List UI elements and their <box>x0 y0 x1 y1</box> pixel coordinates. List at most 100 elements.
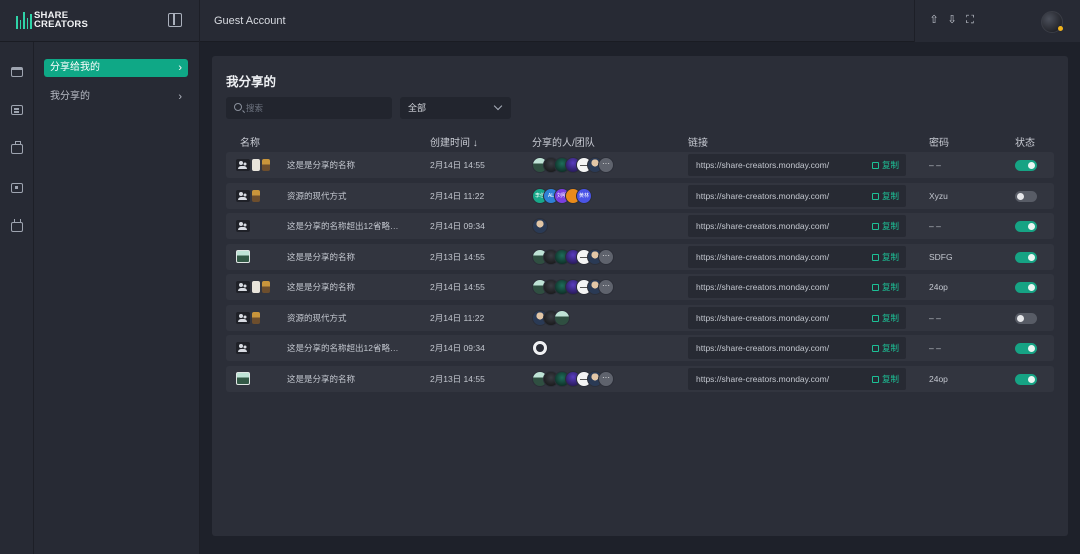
status-toggle[interactable] <box>1015 190 1037 202</box>
column-header-password: 密码 <box>929 138 949 149</box>
item-name: 这是是分享的名称 <box>287 251 356 262</box>
share-link-text: https://share-creators.monday.com/ <box>696 373 830 384</box>
brand: SHARE CREATORS <box>0 0 200 42</box>
filter-select[interactable]: 全部 <box>400 97 511 119</box>
table-row[interactable]: 这是是分享的名称 2月13日 14:55 ··· https://share-crea… <box>226 243 1054 270</box>
shared-avatars[interactable]: ··· <box>532 248 614 265</box>
copy-label: 复制 <box>882 251 900 262</box>
sidebar-item-label: 分享给我的 <box>50 62 100 73</box>
item-thumbnails <box>236 281 270 293</box>
share-link-text: https://share-creators.monday.com/ <box>696 221 830 231</box>
filter-value: 全部 <box>408 103 427 113</box>
shared-avatars[interactable] <box>532 218 548 234</box>
card-icon[interactable] <box>11 183 23 193</box>
copy-icon <box>872 253 879 261</box>
copy-link-button[interactable]: 复制 <box>872 274 899 300</box>
copy-label: 复制 <box>882 221 900 231</box>
sidebar-item-shared-with-me[interactable]: 分享给我的 › <box>44 59 188 77</box>
gift-icon[interactable] <box>11 219 23 232</box>
chevron-right-icon: › <box>178 62 182 74</box>
sidebar-item-my-shares[interactable]: 我分享的 › <box>44 88 188 106</box>
logo-text: SHARE CREATORS <box>34 11 89 30</box>
fullscreen-icon[interactable]: ⛶ <box>964 14 976 26</box>
password-value: 24op <box>929 373 948 384</box>
item-thumbnails <box>236 311 260 324</box>
share-link-text: https://share-creators.monday.com/ <box>696 343 830 353</box>
created-date: 2月14日 14:55 <box>430 282 485 292</box>
chevron-right-icon: › <box>178 91 182 103</box>
shared-avatars[interactable]: ··· <box>532 279 614 295</box>
shared-avatars[interactable]: ··· <box>532 370 614 387</box>
list-icon[interactable] <box>11 105 23 115</box>
password-value: – – <box>929 312 941 323</box>
doc-icon <box>252 159 260 171</box>
team-icon <box>236 159 250 171</box>
status-toggle[interactable] <box>1015 251 1037 263</box>
share-link-text: https://share-creators.monday.com/ <box>696 160 830 170</box>
created-date: 2月13日 14:55 <box>430 251 485 262</box>
item-name: 资源的现代方式 <box>287 312 347 323</box>
logo-line-2: CREATORS <box>34 19 89 30</box>
copy-icon <box>872 162 879 169</box>
person-icon <box>252 311 260 324</box>
logo-icon <box>16 12 32 29</box>
table-row[interactable]: 这是分享的名称超出12省略… 2月14日 09:34 https://share-c… <box>226 335 1054 361</box>
item-thumbnails <box>236 250 250 263</box>
table-row[interactable]: 资源的现代方式 2月14日 11:22 李佳 AL 刘明 黄林 https://share-… <box>226 182 1054 209</box>
item-name: 这是是分享的名称 <box>287 373 356 384</box>
created-date: 2月14日 11:22 <box>430 190 485 201</box>
column-header-shared-with: 分享的人/团队 <box>532 138 595 149</box>
shared-avatars[interactable]: ··· <box>532 157 614 173</box>
password-value: Xyzu <box>929 190 948 201</box>
status-toggle[interactable] <box>1015 221 1037 232</box>
upload-icon[interactable]: ⇧ <box>928 14 940 26</box>
copy-link-button[interactable]: 复制 <box>872 213 899 239</box>
password-value: – – <box>929 160 941 170</box>
copy-icon <box>872 314 879 322</box>
copy-link-button[interactable]: 复制 <box>872 366 899 392</box>
photo-icon <box>236 250 250 263</box>
download-icon[interactable]: ⇩ <box>946 14 958 26</box>
copy-label: 复制 <box>882 343 900 353</box>
more-avatars-badge: ··· <box>598 248 614 265</box>
copy-link-button[interactable]: 复制 <box>872 305 899 331</box>
table-row[interactable]: 这是是分享的名称 2月14日 14:55 ··· https://share-crea… <box>226 152 1054 178</box>
shared-avatars[interactable] <box>532 309 570 326</box>
photo-icon <box>236 372 250 385</box>
share-link-text: https://share-creators.monday.com/ <box>696 190 830 201</box>
top-bar: SHARE CREATORS Guest Account ⇧ ⇩ ⛶ <box>0 0 1080 42</box>
search-input[interactable] <box>246 97 386 119</box>
person-icon <box>262 159 270 171</box>
briefcase-icon[interactable] <box>11 141 23 154</box>
item-thumbnails <box>236 342 250 354</box>
status-toggle[interactable] <box>1015 160 1037 171</box>
shared-avatars[interactable] <box>532 340 548 356</box>
doc-icon <box>252 281 260 293</box>
copy-icon <box>872 345 879 352</box>
column-header-created[interactable]: 创建时间 ↓ <box>430 134 478 149</box>
folder-icon[interactable] <box>11 67 23 77</box>
column-header-name: 名称 <box>240 138 260 149</box>
table-row[interactable]: 这是分享的名称超出12省略… 2月14日 09:34 https://share-c… <box>226 213 1054 239</box>
column-header-link: 链接 <box>688 138 708 149</box>
copy-link-button[interactable]: 复制 <box>872 335 899 361</box>
column-header-status: 状态 <box>1015 138 1035 149</box>
share-link-text: https://share-creators.monday.com/ <box>696 312 830 323</box>
table-row[interactable]: 这是是分享的名称 2月13日 14:55 ··· https://share-crea… <box>226 365 1054 392</box>
user-avatar[interactable] <box>1041 11 1063 33</box>
copy-link-button[interactable]: 复制 <box>872 152 899 178</box>
table-row[interactable]: 资源的现代方式 2月14日 11:22 https://share-creators… <box>226 304 1054 331</box>
copy-link-button[interactable]: 复制 <box>872 183 899 209</box>
status-toggle[interactable] <box>1015 312 1037 324</box>
table-row[interactable]: 这是是分享的名称 2月14日 14:55 ··· https://share-crea… <box>226 274 1054 300</box>
status-toggle[interactable] <box>1015 282 1037 293</box>
icon-rail <box>0 42 34 554</box>
item-name: 这是分享的名称超出12省略… <box>287 343 399 353</box>
avatar <box>554 309 570 326</box>
status-toggle[interactable] <box>1015 343 1037 354</box>
shared-avatars[interactable]: 李佳 AL 刘明 黄林 <box>532 187 592 204</box>
copy-link-button[interactable]: 复制 <box>872 244 899 270</box>
share-link-text: https://share-creators.monday.com/ <box>696 282 830 292</box>
sidebar-toggle-icon[interactable] <box>168 13 182 27</box>
status-toggle[interactable] <box>1015 373 1037 385</box>
